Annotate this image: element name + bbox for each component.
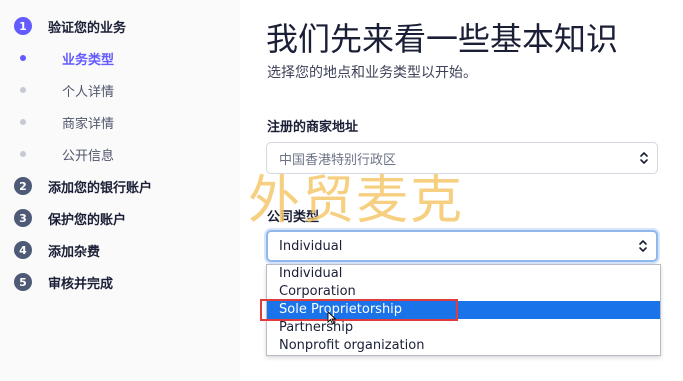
option-partnership[interactable]: Partnership xyxy=(267,319,660,337)
substep-label: 业务类型 xyxy=(62,52,115,68)
company-type-dropdown: Individual Corporation Sole Proprietorsh… xyxy=(266,264,661,356)
substep-label: 商家详情 xyxy=(62,116,115,132)
option-individual[interactable]: Individual xyxy=(267,265,660,283)
cursor-icon xyxy=(327,311,337,325)
substep-label: 公开信息 xyxy=(62,148,115,164)
step-number-badge: 3 xyxy=(14,209,32,227)
chevron-updown-icon xyxy=(640,152,648,164)
substep-merchant-details[interactable]: 商家详情 xyxy=(20,111,114,133)
option-sole-proprietorship[interactable]: Sole Proprietorship xyxy=(267,301,660,319)
substep-business-type[interactable]: 业务类型 xyxy=(20,47,114,69)
step-number-badge: 2 xyxy=(14,177,32,195)
sidebar: 1 验证您的业务 业务类型 个人详情 商家详情 公开信息 2 添加您的银行账户 … xyxy=(0,0,240,381)
step-review-complete[interactable]: 5 审核并完成 xyxy=(14,270,113,294)
step-label: 添加杂费 xyxy=(48,244,101,260)
main-content: 我们先来看一些基本知识 选择您的地点和业务类型以开始。 注册的商家地址 中国香港… xyxy=(240,0,683,381)
step-label: 添加您的银行账户 xyxy=(48,180,153,196)
company-type-select[interactable]: Individual xyxy=(266,230,658,262)
substep-personal-details[interactable]: 个人详情 xyxy=(20,79,114,101)
company-type-select-value: Individual xyxy=(279,238,343,254)
step-verify-business[interactable]: 1 验证您的业务 xyxy=(14,14,126,38)
step-label: 审核并完成 xyxy=(48,276,114,292)
option-nonprofit[interactable]: Nonprofit organization xyxy=(267,337,660,355)
page-subtitle: 选择您的地点和业务类型以开始。 xyxy=(267,65,477,81)
step-add-bank-account[interactable]: 2 添加您的银行账户 xyxy=(14,174,152,198)
company-type-label: 公司类型 xyxy=(267,210,320,225)
step-number-badge: 5 xyxy=(14,273,32,291)
page-title: 我们先来看一些基本知识 xyxy=(266,20,619,58)
substep-public-info[interactable]: 公开信息 xyxy=(20,143,114,165)
substep-dot xyxy=(20,119,26,125)
step-label: 保护您的账户 xyxy=(48,212,127,228)
substep-label: 个人详情 xyxy=(62,84,115,100)
step-number-badge: 4 xyxy=(14,241,32,259)
step-secure-account[interactable]: 3 保护您的账户 xyxy=(14,206,126,230)
address-label: 注册的商家地址 xyxy=(267,120,359,135)
chevron-updown-icon xyxy=(639,240,647,252)
substep-dot xyxy=(20,87,26,93)
substep-dot xyxy=(20,55,26,61)
option-corporation[interactable]: Corporation xyxy=(267,283,660,301)
address-select-value: 中国香港特别行政区 xyxy=(279,152,397,168)
address-select[interactable]: 中国香港特别行政区 xyxy=(266,142,658,174)
substep-dot xyxy=(20,151,26,157)
step-label: 验证您的业务 xyxy=(48,20,127,36)
step-number-badge: 1 xyxy=(14,17,32,35)
step-add-fees[interactable]: 4 添加杂费 xyxy=(14,238,100,262)
